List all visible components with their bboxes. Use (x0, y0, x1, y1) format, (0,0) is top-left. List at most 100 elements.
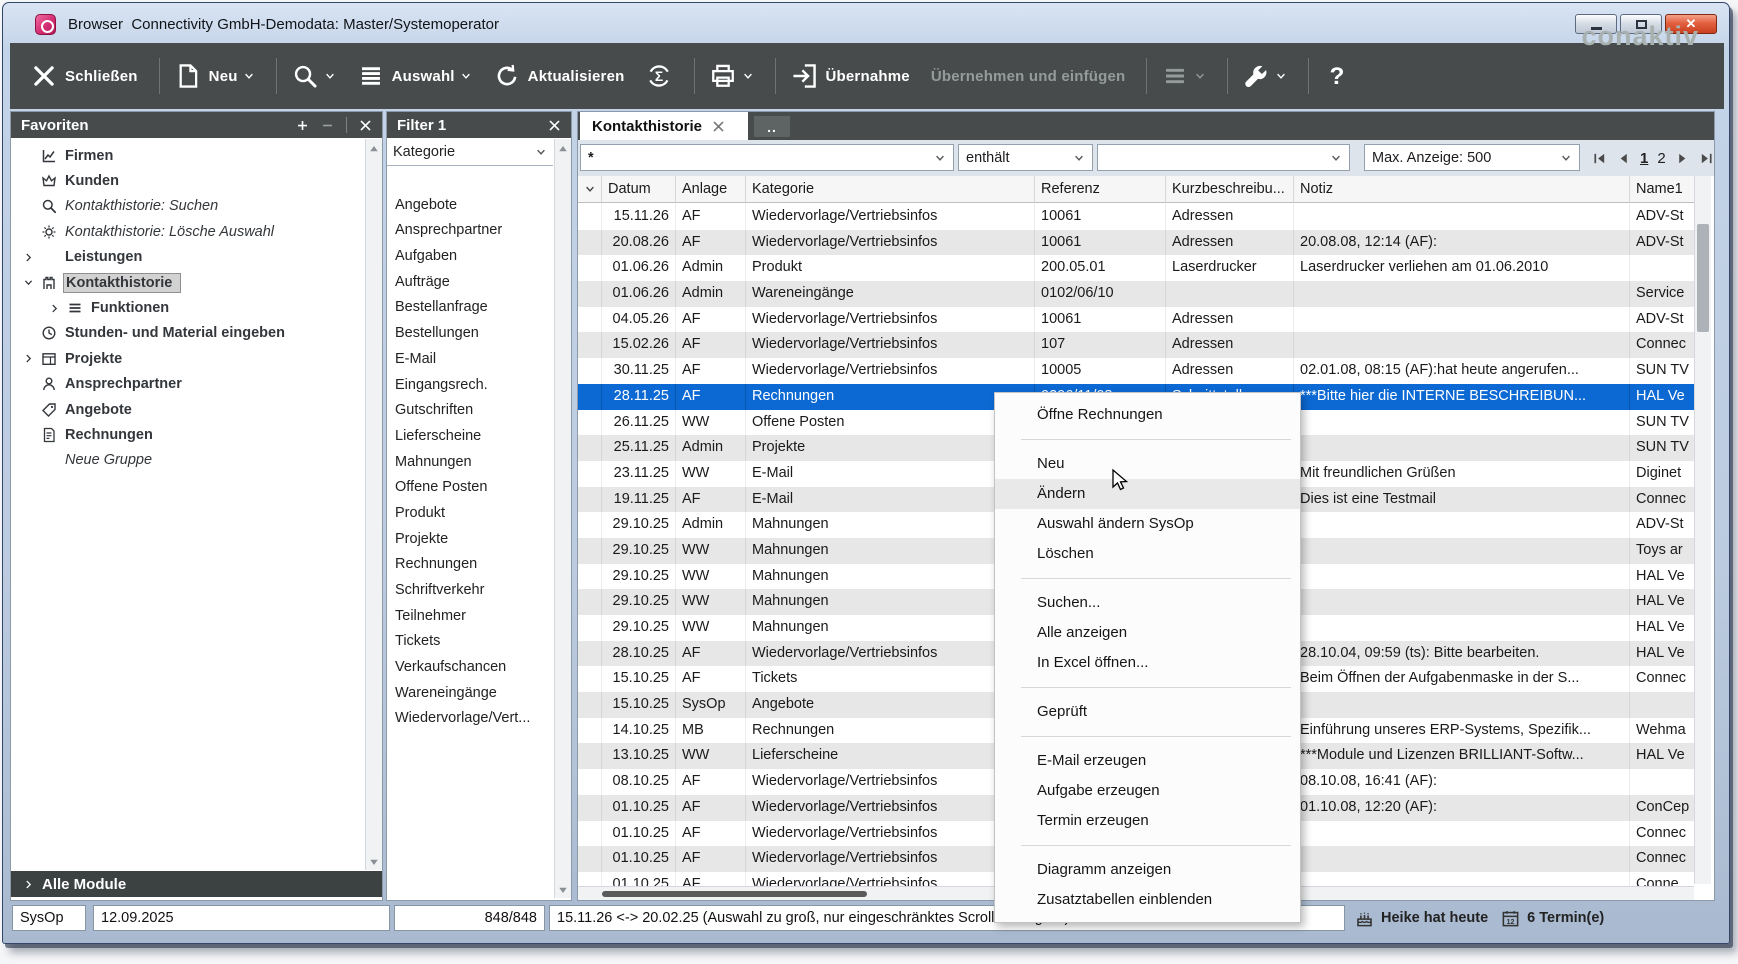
column-header[interactable]: Notiz (1294, 176, 1630, 202)
column-header[interactable]: Anlage (676, 176, 746, 202)
filter-option[interactable]: Wareneingänge (387, 681, 553, 707)
filter-option[interactable]: Aufgaben (387, 244, 553, 270)
menu-item-aufgabe-erzeugen[interactable]: Aufgabe erzeugen (995, 776, 1300, 806)
sidebar-item-funktionen[interactable]: Funktionen (11, 295, 364, 320)
filter-option[interactable]: Offene Posten (387, 475, 553, 501)
filter-option[interactable]: Wiedervorlage/Vert... (387, 706, 553, 732)
menu-item-diagramm-anzeigen[interactable]: Diagramm anzeigen (995, 855, 1300, 885)
close-tab-icon[interactable] (712, 120, 725, 133)
scroll-up-icon[interactable] (368, 142, 380, 154)
sidebar-item-stunden-material[interactable]: Stunden- und Material eingeben (11, 321, 364, 346)
tab-more[interactable]: .. (754, 116, 790, 137)
takeover-button[interactable]: Übernahme (790, 62, 909, 90)
new-button[interactable]: Neu (174, 62, 255, 90)
tab-kontakthistorie[interactable]: Kontakthistorie (580, 112, 748, 140)
table-row[interactable]: 15.02.26 AF Wiedervorlage/Vertriebsinfos… (578, 332, 1694, 358)
filter-option[interactable]: Rechnungen (387, 552, 553, 578)
column-header[interactable]: Kategorie (746, 176, 1035, 202)
filter-scrollbar[interactable] (554, 139, 571, 898)
table-row[interactable]: 01.06.26 Admin Wareneingänge 0102/06/10 … (578, 281, 1694, 307)
filter-option[interactable]: Teilnehmer (387, 604, 553, 630)
last-page-icon[interactable] (1699, 151, 1714, 166)
first-page-icon[interactable] (1592, 151, 1607, 166)
filter-option[interactable]: Verkaufschancen (387, 655, 553, 681)
scrollbar-thumb[interactable] (602, 891, 867, 897)
sidebar-item-kunden[interactable]: Kunden (11, 168, 364, 193)
kategorie-dropdown[interactable]: Kategorie (387, 139, 553, 166)
column-header[interactable]: Referenz (1035, 176, 1166, 202)
sidebar-item-neue-gruppe[interactable]: Neue Gruppe (11, 448, 364, 473)
menu-item-alle-anzeigen[interactable]: Alle anzeigen (995, 618, 1300, 648)
close-favorites-button[interactable] (359, 119, 372, 132)
tools-button[interactable] (1242, 62, 1287, 90)
table-row[interactable]: 30.11.25 AF Wiedervorlage/Vertriebsinfos… (578, 358, 1694, 384)
menu-item-suchen[interactable]: Suchen... (995, 588, 1300, 618)
sidebar-item-projekte[interactable]: Projekte (11, 346, 364, 371)
table-row[interactable]: 15.11.26 AF Wiedervorlage/Vertriebsinfos… (578, 204, 1694, 230)
sidebar-item-kontakthistorie-loesche-auswahl[interactable]: Kontakthistorie: Lösche Auswahl (11, 219, 364, 244)
table-row[interactable]: 04.05.26 AF Wiedervorlage/Vertriebsinfos… (578, 307, 1694, 333)
sidebar-item-leistungen[interactable]: Leistungen (11, 245, 364, 270)
scroll-down-icon[interactable] (368, 855, 380, 867)
sidebar-item-firmen[interactable]: Firmen (11, 143, 364, 168)
filter-option[interactable]: Schriftverkehr (387, 578, 553, 604)
remove-favorite-button[interactable] (321, 119, 334, 132)
filter-option[interactable]: Mahnungen (387, 450, 553, 476)
filter-option[interactable]: Bestellanfrage (387, 295, 553, 321)
selection-button[interactable]: Auswahl (357, 62, 472, 90)
table-row[interactable]: 20.08.26 AF Wiedervorlage/Vertriebsinfos… (578, 230, 1694, 256)
sidebar-item-kontakthistorie-suchen[interactable]: Kontakthistorie: Suchen (11, 194, 364, 219)
value-dropdown[interactable] (1097, 144, 1350, 171)
sidebar-item-kontakthistorie[interactable]: Kontakthistorie (11, 270, 364, 295)
menu-item-in-excel-oeffnen[interactable]: In Excel öffnen... (995, 648, 1300, 678)
date-field[interactable]: 12.09.2025 (93, 905, 390, 931)
hamburger-menu-button[interactable] (1161, 62, 1206, 90)
sidebar-item-angebote[interactable]: Angebote (11, 397, 364, 422)
filter-option[interactable]: Gutschriften (387, 398, 553, 424)
print-button[interactable] (709, 62, 754, 90)
menu-item-zusatztabellen-einblenden[interactable]: Zusatztabellen einblenden (995, 885, 1300, 915)
alle-module-bar[interactable]: Alle Module (11, 871, 382, 897)
table-vertical-scrollbar[interactable] (1694, 176, 1711, 884)
sync-sum-button[interactable]: Σ (645, 62, 673, 90)
menu-item-neu[interactable]: Neu (995, 449, 1300, 479)
filter-option[interactable]: Aufträge (387, 270, 553, 296)
filter-option[interactable]: Ansprechpartner (387, 218, 553, 244)
column-header[interactable] (578, 176, 602, 202)
filter-option[interactable]: Angebote (387, 193, 553, 219)
sidebar-item-rechnungen[interactable]: Rechnungen (11, 422, 364, 447)
column-header[interactable]: Datum (602, 176, 676, 202)
max-anzeige-dropdown[interactable]: Max. Anzeige: 500 (1364, 144, 1580, 171)
filter-option[interactable]: Lieferscheine (387, 424, 553, 450)
column-header[interactable]: Name1 (1630, 176, 1694, 202)
favorites-scrollbar[interactable] (365, 139, 382, 870)
scrollbar-thumb[interactable] (1697, 224, 1709, 332)
user-field[interactable]: SysOp (12, 905, 86, 931)
scroll-down-icon[interactable] (557, 883, 569, 895)
refresh-button[interactable]: Aktualisieren (493, 62, 625, 90)
search-input[interactable]: * (580, 144, 954, 171)
sidebar-item-ansprechpartner[interactable]: Ansprechpartner (11, 372, 364, 397)
menu-item-geprueft[interactable]: Geprüft (995, 697, 1300, 727)
page-number-current[interactable]: 1 (1640, 150, 1648, 167)
menu-item-termin-erzeugen[interactable]: Termin erzeugen (995, 806, 1300, 836)
menu-item-loeschen[interactable]: Löschen (995, 539, 1300, 569)
filter-option[interactable]: Eingangsrech. (387, 373, 553, 399)
menu-item-aendern[interactable]: Ändern (995, 479, 1300, 509)
close-button[interactable]: Schließen (30, 62, 138, 90)
scroll-up-icon[interactable] (557, 142, 569, 154)
filter-option[interactable] (387, 167, 553, 193)
filter-option[interactable]: E-Mail (387, 347, 553, 373)
prev-page-icon[interactable] (1616, 151, 1631, 166)
menu-item-auswahl-aendern-sysop[interactable]: Auswahl ändern SysOp (995, 509, 1300, 539)
next-page-icon[interactable] (1675, 151, 1690, 166)
filter-option[interactable]: Tickets (387, 629, 553, 655)
takeover-insert-button[interactable]: Übernehmen und einfügen (931, 68, 1126, 85)
filter-option[interactable]: Projekte (387, 527, 553, 553)
page-number[interactable]: 2 (1657, 150, 1665, 167)
search-button[interactable] (291, 62, 336, 90)
menu-item-oeffne-rechnungen[interactable]: Öffne Rechnungen (995, 400, 1300, 430)
menu-item-email-erzeugen[interactable]: E-Mail erzeugen (995, 746, 1300, 776)
filter-option[interactable]: Bestellungen (387, 321, 553, 347)
help-button[interactable]: ? (1323, 62, 1351, 90)
